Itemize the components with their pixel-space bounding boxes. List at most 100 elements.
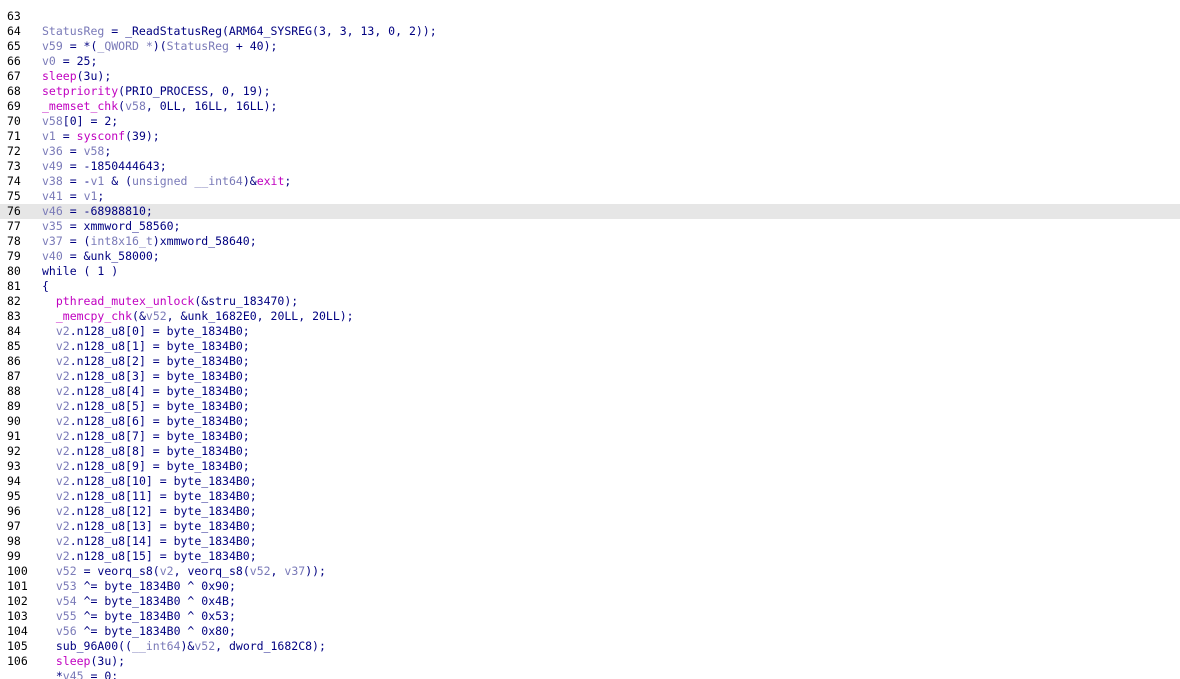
code-token[interactable]: v1	[84, 189, 98, 203]
code-line[interactable]: 82 pthread_mutex_unlock(&stru_183470);	[0, 294, 1180, 309]
code-token[interactable]: , dword_1682C8);	[215, 639, 326, 653]
code-text[interactable]: v0 = 25;	[42, 54, 97, 69]
code-token[interactable]: .n128_u8[2] = byte_1834B0;	[70, 354, 250, 368]
code-token[interactable]: setpriority	[42, 84, 118, 98]
code-token[interactable]: v2	[56, 549, 70, 563]
code-token[interactable]: )xmmword_58640;	[153, 234, 257, 248]
code-token[interactable]: [0] = 2;	[63, 114, 118, 128]
code-line[interactable]: 64 StatusReg = _ReadStatusReg(ARM64_SYSRE…	[0, 24, 1180, 39]
code-text[interactable]: v59 = *(_QWORD *)(StatusReg + 40);	[42, 39, 277, 54]
code-token[interactable]: v41	[42, 189, 63, 203]
code-token[interactable]: =	[63, 189, 84, 203]
code-line[interactable]: 96 v2.n128_u8[12] = byte_1834B0;	[0, 504, 1180, 519]
code-line[interactable]: 74 v38 = -v1 & (unsigned __int64)&exit;	[0, 174, 1180, 189]
code-token[interactable]: .n128_u8[10] = byte_1834B0;	[70, 474, 257, 488]
code-line[interactable]: 101 v53 ^= byte_1834B0 ^ 0x90;	[0, 579, 1180, 594]
code-text[interactable]: v2.n128_u8[7] = byte_1834B0;	[42, 429, 250, 444]
code-token[interactable]: v38	[42, 174, 63, 188]
code-text[interactable]: v41 = v1;	[42, 189, 104, 204]
code-token[interactable]: v1	[90, 174, 104, 188]
code-line[interactable]: 95 v2.n128_u8[11] = byte_1834B0;	[0, 489, 1180, 504]
code-token[interactable]	[42, 354, 56, 368]
code-text[interactable]: v2.n128_u8[12] = byte_1834B0;	[42, 504, 257, 519]
code-line[interactable]: 88 v2.n128_u8[4] = byte_1834B0;	[0, 384, 1180, 399]
code-token[interactable]: (&stru_183470);	[194, 294, 298, 308]
code-line[interactable]: 105 sub_96A00((__int64)&v52, dword_1682C…	[0, 639, 1180, 654]
code-token[interactable]: v52	[194, 639, 215, 653]
code-token[interactable]: v0	[42, 54, 56, 68]
code-line[interactable]: 100 v52 = veorq_s8(v2, veorq_s8(v52, v37…	[0, 564, 1180, 579]
code-text[interactable]: v2.n128_u8[11] = byte_1834B0;	[42, 489, 257, 504]
code-token[interactable]: = -68988810;	[63, 204, 153, 218]
code-text[interactable]: sleep(3u);	[42, 69, 111, 84]
code-token[interactable]: v2	[56, 489, 70, 503]
code-token[interactable]: = -	[63, 174, 91, 188]
code-line[interactable]: 72 v36 = v58;	[0, 144, 1180, 159]
code-token[interactable]: v58	[125, 99, 146, 113]
code-token[interactable]: int8x16_t	[90, 234, 152, 248]
code-token[interactable]	[42, 444, 56, 458]
code-text[interactable]: StatusReg = _ReadStatusReg(ARM64_SYSREG(…	[42, 24, 437, 39]
code-token[interactable]: =	[56, 129, 77, 143]
code-token[interactable]: = 25;	[56, 54, 98, 68]
code-token[interactable]: v2	[56, 354, 70, 368]
code-token[interactable]: sysconf	[77, 129, 125, 143]
code-line[interactable]: 83 _memcpy_chk(&v52, &unk_1682E0, 20LL, …	[0, 309, 1180, 324]
code-token[interactable]: v52	[56, 564, 77, 578]
code-token[interactable]: )(	[153, 39, 167, 53]
code-token[interactable]: ));	[305, 564, 326, 578]
code-token[interactable]: v52	[146, 309, 167, 323]
code-token[interactable]	[42, 609, 56, 623]
code-token[interactable]: v59	[42, 39, 63, 53]
code-token[interactable]: _memset_chk	[42, 99, 118, 113]
code-token[interactable]: v55	[56, 609, 77, 623]
code-token[interactable]: v58	[42, 114, 63, 128]
code-text[interactable]: v2.n128_u8[4] = byte_1834B0;	[42, 384, 250, 399]
code-token[interactable]: )&	[243, 174, 257, 188]
code-line[interactable]: 69 _memset_chk(v58, 0LL, 16LL, 16LL);	[0, 99, 1180, 114]
code-token[interactable]: v2	[56, 429, 70, 443]
code-token[interactable]: v46	[42, 204, 63, 218]
code-token[interactable]: v2	[56, 534, 70, 548]
code-token[interactable]	[42, 579, 56, 593]
code-text[interactable]: v2.n128_u8[10] = byte_1834B0;	[42, 474, 257, 489]
code-token[interactable]: (3u);	[77, 69, 112, 83]
code-token[interactable]: v45	[63, 669, 84, 679]
code-token[interactable]: (&	[132, 309, 146, 323]
code-token[interactable]: {	[42, 279, 49, 293]
code-text[interactable]: v2.n128_u8[6] = byte_1834B0;	[42, 414, 250, 429]
code-text[interactable]: v40 = &unk_58000;	[42, 249, 160, 264]
code-text[interactable]: _memcpy_chk(&v52, &unk_1682E0, 20LL, 20L…	[42, 309, 354, 324]
code-line[interactable]: 90 v2.n128_u8[6] = byte_1834B0;	[0, 414, 1180, 429]
code-token[interactable]: v2	[56, 399, 70, 413]
code-token[interactable]: .n128_u8[12] = byte_1834B0;	[70, 504, 257, 518]
code-line[interactable]: 73 v49 = -1850444643;	[0, 159, 1180, 174]
code-line[interactable]: 68 setpriority(PRIO_PROCESS, 0, 19);	[0, 84, 1180, 99]
code-token[interactable]: v2	[56, 519, 70, 533]
code-token[interactable]: v49	[42, 159, 63, 173]
code-token[interactable]: ,	[271, 564, 285, 578]
code-line[interactable]: 77 v35 = xmmword_58560;	[0, 219, 1180, 234]
code-token[interactable]: pthread_mutex_unlock	[56, 294, 194, 308]
code-token[interactable]	[42, 459, 56, 473]
code-token[interactable]: (3u);	[90, 654, 125, 668]
code-token[interactable]: .n128_u8[0] = byte_1834B0;	[70, 324, 250, 338]
code-token[interactable]: (39);	[125, 129, 160, 143]
code-token[interactable]	[42, 414, 56, 428]
code-text[interactable]: {	[42, 279, 49, 294]
code-token[interactable]: StatusReg	[42, 24, 104, 38]
code-token[interactable]: + 40);	[229, 39, 278, 53]
code-token[interactable]: = 0;	[84, 669, 118, 679]
code-token[interactable]: v40	[42, 249, 63, 263]
code-token[interactable]: .n128_u8[7] = byte_1834B0;	[70, 429, 250, 443]
code-token[interactable]: , 0LL, 16LL, 16LL);	[146, 99, 278, 113]
code-text[interactable]: while ( 1 )	[42, 264, 118, 279]
code-line[interactable]: 86 v2.n128_u8[2] = byte_1834B0;	[0, 354, 1180, 369]
code-text[interactable]: v2.n128_u8[8] = byte_1834B0;	[42, 444, 250, 459]
code-line[interactable]: 104 v56 ^= byte_1834B0 ^ 0x80;	[0, 624, 1180, 639]
code-token[interactable]: v2	[56, 474, 70, 488]
code-token[interactable]: v2	[56, 459, 70, 473]
code-token[interactable]	[42, 534, 56, 548]
code-token[interactable]: _memcpy_chk	[56, 309, 132, 323]
code-text[interactable]: setpriority(PRIO_PROCESS, 0, 19);	[42, 84, 271, 99]
